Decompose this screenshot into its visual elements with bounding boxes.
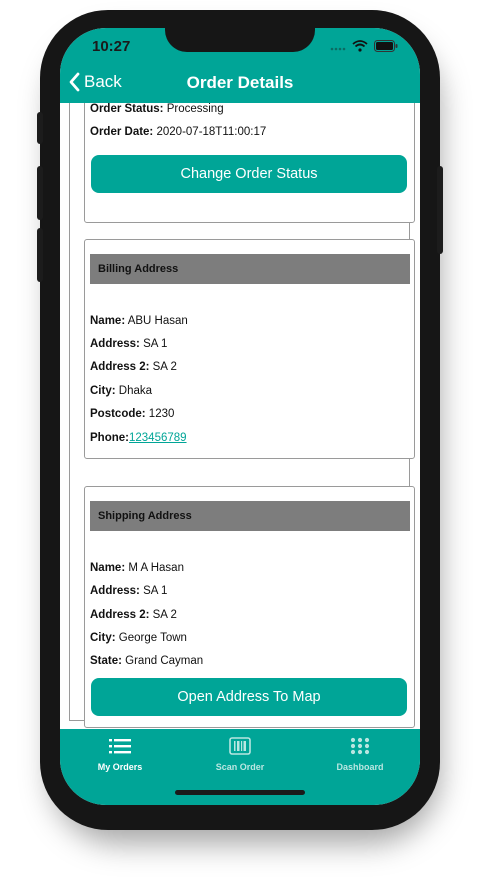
- billing-header-label: Billing Address: [98, 263, 179, 275]
- shipping-city-label: City:: [90, 632, 116, 644]
- order-date-line: Order Date: 2020-07-18T11:00:17: [90, 126, 266, 138]
- open-address-to-map-button[interactable]: Open Address To Map: [91, 678, 407, 716]
- order-date-label: Order Date:: [90, 126, 154, 138]
- shipping-name-value: M A Hasan: [128, 562, 184, 574]
- chevron-left-icon: [69, 72, 80, 92]
- status-icons: [330, 40, 398, 52]
- shipping-address2-line: Address 2: SA 2: [90, 609, 177, 621]
- signal-icon: [330, 47, 346, 51]
- battery-icon: [374, 40, 398, 52]
- tab-scan-order-label: Scan Order: [215, 762, 265, 772]
- shipping-address-value: SA 1: [143, 585, 168, 597]
- order-date-value: 2020-07-18T11:00:17: [156, 126, 267, 138]
- billing-name-value: ABU Hasan: [127, 315, 188, 327]
- billing-city-line: City: Dhaka: [90, 385, 152, 397]
- scroll-content[interactable]: Order Status: Processing Order Date: 202…: [60, 103, 420, 729]
- back-button[interactable]: Back: [68, 72, 122, 92]
- shipping-address2-label: Address 2:: [90, 609, 150, 621]
- shipping-address-card: Shipping Address Name: M A Hasan Address…: [84, 486, 415, 728]
- billing-name-line: Name: ABU Hasan: [90, 315, 188, 327]
- billing-postcode-line: Postcode: 1230: [90, 408, 174, 420]
- grid-icon: [350, 737, 370, 755]
- billing-address-label: Address:: [90, 338, 140, 350]
- list-icon: [109, 739, 131, 754]
- power-button: [437, 166, 443, 254]
- billing-phone-label: Phone:: [90, 432, 129, 444]
- billing-postcode-label: Postcode:: [90, 408, 146, 420]
- billing-city-label: City:: [90, 385, 116, 397]
- billing-phone-link[interactable]: 123456789: [129, 432, 187, 444]
- order-status-value: Processing: [166, 103, 224, 115]
- billing-city-value: Dhaka: [118, 385, 153, 397]
- volume-up-button: [37, 166, 43, 220]
- shipping-state-label: State:: [90, 655, 122, 667]
- mute-switch: [37, 112, 43, 144]
- barcode-icon: [229, 737, 251, 755]
- shipping-city-value: George Town: [118, 632, 187, 644]
- volume-down-button: [37, 228, 43, 282]
- billing-phone-line: Phone:123456789: [90, 432, 187, 444]
- order-info-card: Order Status: Processing Order Date: 202…: [84, 103, 415, 223]
- order-status-line: Order Status: Processing: [90, 103, 224, 115]
- notch: [165, 28, 315, 52]
- shipping-name-line: Name: M A Hasan: [90, 562, 184, 574]
- details-container: Order Status: Processing Order Date: 202…: [69, 103, 415, 728]
- shipping-city-line: City: George Town: [90, 632, 187, 644]
- order-status-label: Order Status:: [90, 103, 164, 115]
- change-order-status-button[interactable]: Change Order Status: [91, 155, 407, 193]
- billing-address2-label: Address 2:: [90, 361, 150, 373]
- shipping-state-value: Grand Cayman: [125, 655, 204, 667]
- status-time: 10:27: [92, 38, 131, 55]
- shipping-address2-value: SA 2: [152, 609, 177, 621]
- tab-my-orders[interactable]: My Orders: [60, 729, 180, 779]
- shipping-header: Shipping Address: [90, 501, 410, 531]
- wifi-icon: [352, 40, 368, 52]
- shipping-name-label: Name:: [90, 562, 126, 574]
- shipping-address-line: Address: SA 1: [90, 585, 167, 597]
- tab-dashboard[interactable]: Dashboard: [300, 729, 420, 779]
- home-indicator[interactable]: [175, 790, 305, 795]
- navigation-header: 10:27 Back Order Details: [60, 28, 420, 103]
- billing-header: Billing Address: [90, 254, 410, 284]
- tab-dashboard-label: Dashboard: [336, 762, 384, 772]
- tab-bar: My Orders Scan Order Dashboard: [60, 729, 420, 805]
- billing-postcode-value: 1230: [148, 408, 175, 420]
- back-label: Back: [84, 72, 122, 91]
- nav-row: Back Order Details: [60, 72, 420, 98]
- billing-address-value: SA 1: [143, 338, 168, 350]
- shipping-header-label: Shipping Address: [98, 510, 192, 522]
- shipping-address-label: Address:: [90, 585, 140, 597]
- screen: 10:27 Back Order Details Order Status: P…: [60, 28, 420, 805]
- billing-address2-value: SA 2: [152, 361, 177, 373]
- billing-address-line: Address: SA 1: [90, 338, 167, 350]
- tab-my-orders-label: My Orders: [97, 762, 143, 772]
- billing-name-label: Name:: [90, 315, 126, 327]
- billing-address-card: Billing Address Name: ABU Hasan Address:…: [84, 239, 415, 459]
- shipping-state-line: State: Grand Cayman: [90, 655, 203, 667]
- billing-address2-line: Address 2: SA 2: [90, 361, 177, 373]
- tab-scan-order[interactable]: Scan Order: [180, 729, 300, 779]
